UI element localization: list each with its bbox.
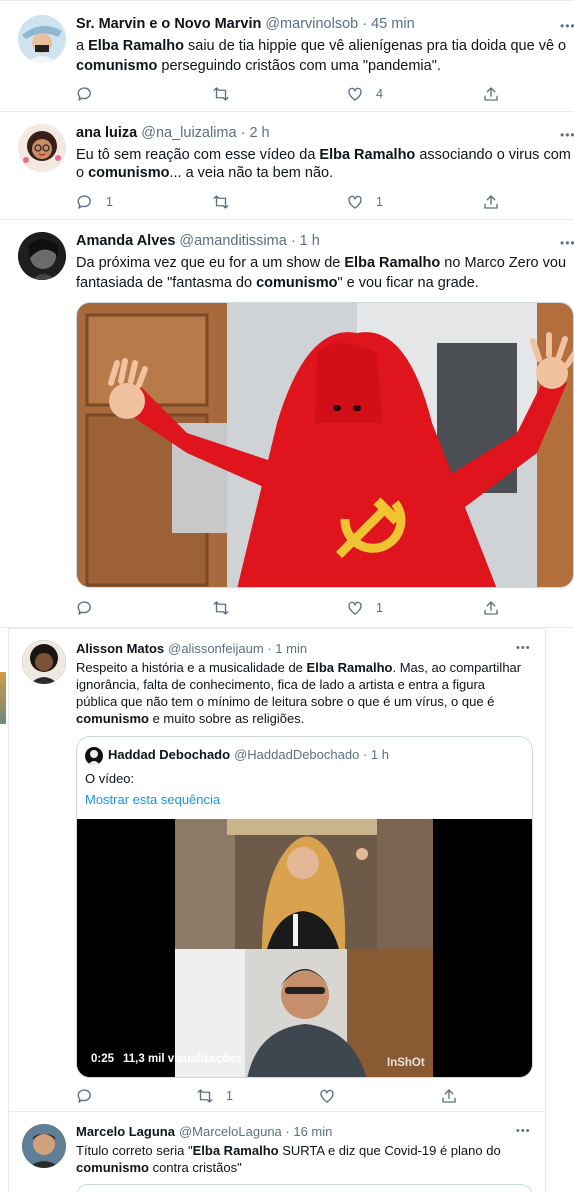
video-duration: 0:25 (91, 1053, 115, 1065)
more-options-icon[interactable]: ••• (560, 19, 574, 33)
show-thread-link[interactable]: Mostrar esta sequência (85, 791, 220, 809)
share-icon[interactable] (482, 191, 500, 213)
author-name[interactable]: ana luiza (76, 125, 137, 141)
author-name[interactable]: Alisson Matos (76, 641, 164, 656)
retweet-icon[interactable] (212, 597, 230, 619)
reply-icon[interactable] (76, 83, 94, 105)
retweet-icon[interactable] (212, 83, 230, 105)
avatar[interactable] (22, 640, 66, 684)
reply-icon[interactable]: 1 (76, 191, 113, 213)
more-options-icon[interactable]: ••• (560, 128, 574, 142)
author-handle[interactable]: @alissonfeijaum (168, 641, 264, 656)
tweet-text-line: Da próxima vez que eu for a um show de E… (76, 255, 567, 271)
video-views: 11,3 mil visualizações (123, 1053, 242, 1065)
tweet[interactable]: Sr. Marvin e o Novo Marvin @marvinolsob ·… (0, 0, 574, 112)
author-name[interactable]: Marcelo Laguna (76, 1124, 175, 1139)
quoted-tweet-preview[interactable] (76, 1184, 533, 1192)
like-icon[interactable] (318, 1085, 336, 1107)
quoted-author-handle[interactable]: @HaddadDebochado (234, 747, 359, 762)
author-handle[interactable]: @MarceloLaguna (179, 1124, 282, 1139)
timestamp[interactable]: · 16 min (285, 1124, 332, 1139)
timestamp[interactable]: · 1 h (291, 233, 320, 249)
tweet-text-line: a Elba Ramalho saiu de tia hippie que vê… (76, 38, 567, 54)
tweet-text-line: fantasiada de "fantasma do comunismo" e … (76, 275, 479, 291)
reply-count: 1 (106, 195, 113, 209)
reply-icon[interactable] (76, 597, 94, 619)
author-name[interactable]: Sr. Marvin e o Novo Marvin (76, 16, 261, 32)
more-options-icon[interactable]: ••• (560, 236, 574, 250)
tweet[interactable]: Amanda Alves@amanditissima · 1 h ••• Da … (0, 220, 574, 628)
like-icon[interactable]: 1 (346, 597, 383, 619)
tweet-text-line: comunismo contra cristãos" (76, 1160, 242, 1175)
video-player[interactable]: 0:25 11,3 mil visualizações InShOt (77, 819, 532, 1077)
share-icon[interactable] (482, 597, 500, 619)
tweet[interactable]: ana luiza@na_luizalima · 2 h ••• Eu tô s… (0, 112, 574, 220)
like-count: 1 (376, 195, 383, 209)
tweet-text-line: ignorância, falta de conhecimento, fica … (76, 677, 486, 692)
timestamp[interactable]: · 2 h (241, 125, 270, 141)
quoted-avatar[interactable] (85, 747, 103, 765)
quoted-text: O vídeo: (85, 771, 135, 786)
like-count: 4 (376, 87, 383, 101)
tweet-text-line: o comunismo... a veia não ta bem não. (76, 165, 334, 181)
author-handle[interactable]: @na_luizalima (141, 125, 236, 141)
quoted-timestamp[interactable]: · 1 h (363, 747, 389, 762)
tweet-text-line: Eu tô sem reação com esse vídeo da Elba … (76, 147, 571, 163)
reply-icon[interactable] (76, 1085, 94, 1107)
avatar[interactable] (22, 1124, 66, 1168)
tweet-text-line: Respeito a história e a musicalidade de … (76, 660, 522, 675)
tweet-photo[interactable] (76, 302, 574, 588)
author-handle[interactable]: @amanditissima (179, 233, 286, 249)
like-count: 1 (376, 601, 383, 615)
more-options-icon[interactable]: ••• (516, 1125, 531, 1137)
avatar[interactable] (18, 124, 66, 172)
timestamp[interactable]: · 1 min (267, 641, 307, 656)
avatar[interactable] (18, 232, 66, 280)
share-icon[interactable] (440, 1085, 458, 1107)
like-icon[interactable]: 4 (346, 83, 383, 105)
retweet-icon[interactable]: 1 (196, 1085, 233, 1107)
retweet-count: 1 (226, 1089, 233, 1103)
tweet-text-line: Título correto seria "Elba Ramalho SURTA… (76, 1143, 501, 1158)
quoted-tweet[interactable]: Haddad Debochado @HaddadDebochado · 1 h O… (76, 736, 533, 1078)
tweet-text-line: pública que não tem o mínimo de leitura … (76, 694, 495, 709)
author-name[interactable]: Amanda Alves (76, 233, 175, 249)
retweet-icon[interactable] (212, 191, 230, 213)
avatar[interactable] (18, 15, 66, 63)
like-icon[interactable]: 1 (346, 191, 383, 213)
share-icon[interactable] (482, 83, 500, 105)
tweet-text-line: comunismo e muito sobre as religiões. (76, 711, 305, 726)
timestamp[interactable]: · 45 min (362, 16, 414, 32)
video-watermark: InShOt (387, 1057, 425, 1069)
side-thumbnail (0, 672, 6, 724)
quoted-author-name[interactable]: Haddad Debochado (108, 747, 230, 762)
author-handle[interactable]: @marvinolsob (265, 16, 358, 32)
tweet-text-line: comunismo perseguindo cristãos com uma "… (76, 58, 441, 74)
more-options-icon[interactable]: ••• (516, 642, 531, 654)
